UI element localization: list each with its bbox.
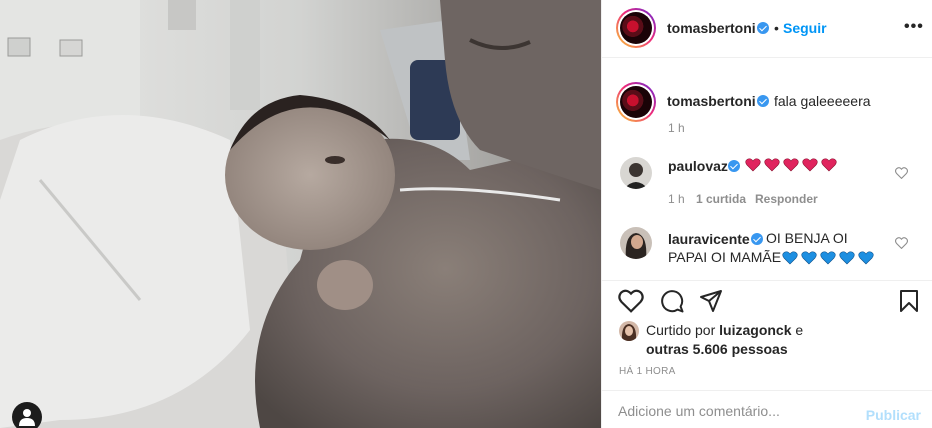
comment-text-line1: OI BENJA OI <box>766 230 848 246</box>
bookmark-icon[interactable] <box>898 289 920 313</box>
verified-icon <box>757 95 769 107</box>
user-tag-icon <box>19 409 35 426</box>
comment-text-line2: PAPAI OI MAMÃE <box>668 249 782 265</box>
comment-icon[interactable] <box>659 289 685 313</box>
comment-like-heart-icon[interactable] <box>895 167 908 179</box>
verified-icon <box>751 233 763 245</box>
heart-icon[interactable] <box>618 289 644 313</box>
post-details-panel: tomasbertoni • Seguir ••• tomasbertoni f… <box>601 0 932 428</box>
separator-dot: • <box>774 20 779 36</box>
comment-hearts <box>782 250 878 269</box>
user-tag-button[interactable] <box>12 402 42 428</box>
liked-by-suffix: e <box>795 322 804 338</box>
follow-button[interactable]: Seguir <box>783 20 827 36</box>
liked-by-avatar[interactable] <box>619 321 639 341</box>
post-timestamp[interactable]: HÁ 1 HORA <box>619 366 676 377</box>
comment-hearts <box>745 157 841 176</box>
comment-input[interactable] <box>618 401 858 421</box>
post-photo[interactable] <box>0 0 601 428</box>
author-username[interactable]: tomasbertoni <box>667 20 756 36</box>
caption-author-avatar[interactable] <box>616 82 656 122</box>
comment-author-username[interactable]: paulovaz <box>668 158 728 174</box>
liked-by-line: Curtido por luizagonck e <box>646 322 803 338</box>
post-header: tomasbertoni • Seguir ••• <box>602 0 932 58</box>
comment-like-heart-icon[interactable] <box>895 237 908 249</box>
verified-icon <box>757 22 769 34</box>
comment-avatar-paulovaz[interactable] <box>620 157 652 189</box>
liked-by-user[interactable]: luizagonck <box>719 322 791 338</box>
caption-time[interactable]: 1 h <box>668 121 685 135</box>
comment-avatar-lauravicente[interactable] <box>620 227 652 259</box>
liked-by-others[interactable]: outras 5.606 pessoas <box>646 341 788 357</box>
more-options-icon[interactable]: ••• <box>904 18 924 36</box>
author-avatar[interactable] <box>616 8 656 48</box>
caption-author-username[interactable]: tomasbertoni <box>667 93 756 109</box>
red-hearts-emoji <box>745 158 837 172</box>
caption-text: fala galeeeeera <box>774 93 871 109</box>
comment-time[interactable]: 1 h <box>668 192 685 206</box>
comment-author-username[interactable]: lauravicente <box>668 231 750 247</box>
post-photo-image <box>0 0 601 428</box>
publish-button[interactable]: Publicar <box>866 407 921 423</box>
blue-hearts-emoji <box>782 251 874 265</box>
share-icon[interactable] <box>698 289 724 313</box>
verified-icon <box>728 160 740 172</box>
liked-by-prefix: Curtido por <box>646 322 716 338</box>
post-actions-bar <box>602 280 932 320</box>
comment-reply-button[interactable]: Responder <box>755 192 818 206</box>
comment-form: Publicar <box>602 390 932 428</box>
comment-likes-count[interactable]: 1 curtida <box>696 192 746 206</box>
